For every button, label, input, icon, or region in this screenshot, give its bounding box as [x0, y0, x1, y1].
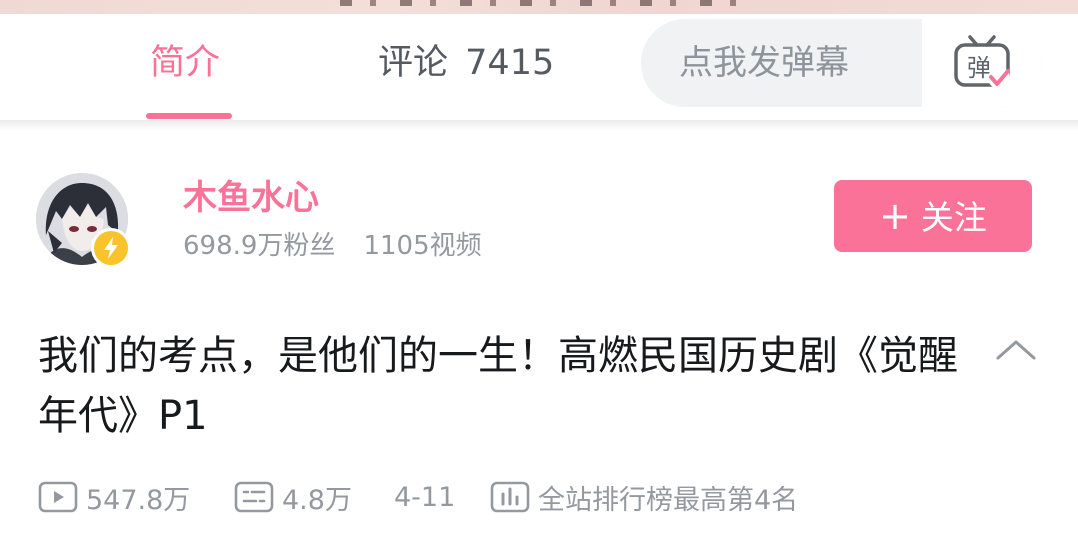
ranking-chart-icon [490, 481, 530, 513]
publish-date-value: 4-11 [394, 481, 456, 513]
chevron-up-icon[interactable] [994, 334, 1038, 364]
plus-icon: + [879, 194, 911, 238]
tab-header: 简介 评论 7415 点我发弹幕 弹 [0, 14, 1078, 120]
ranking-badge[interactable]: 全站排行榜最高第4名 [490, 478, 798, 517]
danmaku-count: 4.8万 [234, 478, 394, 517]
danmaku-count-icon [234, 481, 274, 513]
follow-button[interactable]: + 关注 [834, 180, 1032, 252]
tab-comments[interactable]: 评论 7415 [378, 38, 554, 88]
svg-text:弹: 弹 [967, 54, 991, 82]
verified-badge [91, 228, 131, 268]
video-player-edge[interactable] [0, 0, 1078, 14]
tab-intro[interactable]: 简介 [150, 38, 220, 88]
view-count-value: 547.8万 [86, 484, 191, 516]
view-count: 547.8万 [38, 478, 234, 517]
danmaku-input[interactable]: 点我发弹幕 [679, 38, 849, 88]
lightning-icon [94, 231, 128, 265]
danmaku-count-value: 4.8万 [282, 484, 352, 516]
video-detail-page: 简介 评论 7415 点我发弹幕 弹 木鱼水心 698.9万粉丝 1105视频 … [0, 0, 1078, 539]
follow-label: 关注 [920, 198, 987, 237]
video-count: 1105视频 [363, 231, 482, 261]
danmaku-input-box: 点我发弹幕 弹 [641, 19, 1042, 107]
uploader-stats: 698.9万粉丝 1105视频 [183, 226, 482, 266]
tab-comments-count: 7415 [465, 43, 555, 83]
publish-date: 4-11 [394, 482, 490, 513]
ranking-text: 全站排行榜最高第4名 [538, 484, 799, 516]
play-count-icon [38, 481, 78, 513]
video-meta-row: 547.8万 4.8万 4-11 全站排行榜最高第4名 [38, 474, 798, 520]
tab-comments-label: 评论 [378, 43, 449, 83]
header-shadow [0, 120, 1078, 130]
danmaku-toggle-icon: 弹 [954, 35, 1010, 89]
video-frame-detail [340, 0, 760, 6]
danmaku-toggle-button[interactable]: 弹 [922, 19, 1042, 107]
video-title: 我们的考点，是他们的一生！高燃民国历史剧《觉醒年代》P1 [38, 333, 958, 439]
uploader-name[interactable]: 木鱼水心 [183, 174, 319, 222]
active-tab-indicator [146, 113, 232, 119]
follower-count: 698.9万粉丝 [183, 231, 336, 261]
